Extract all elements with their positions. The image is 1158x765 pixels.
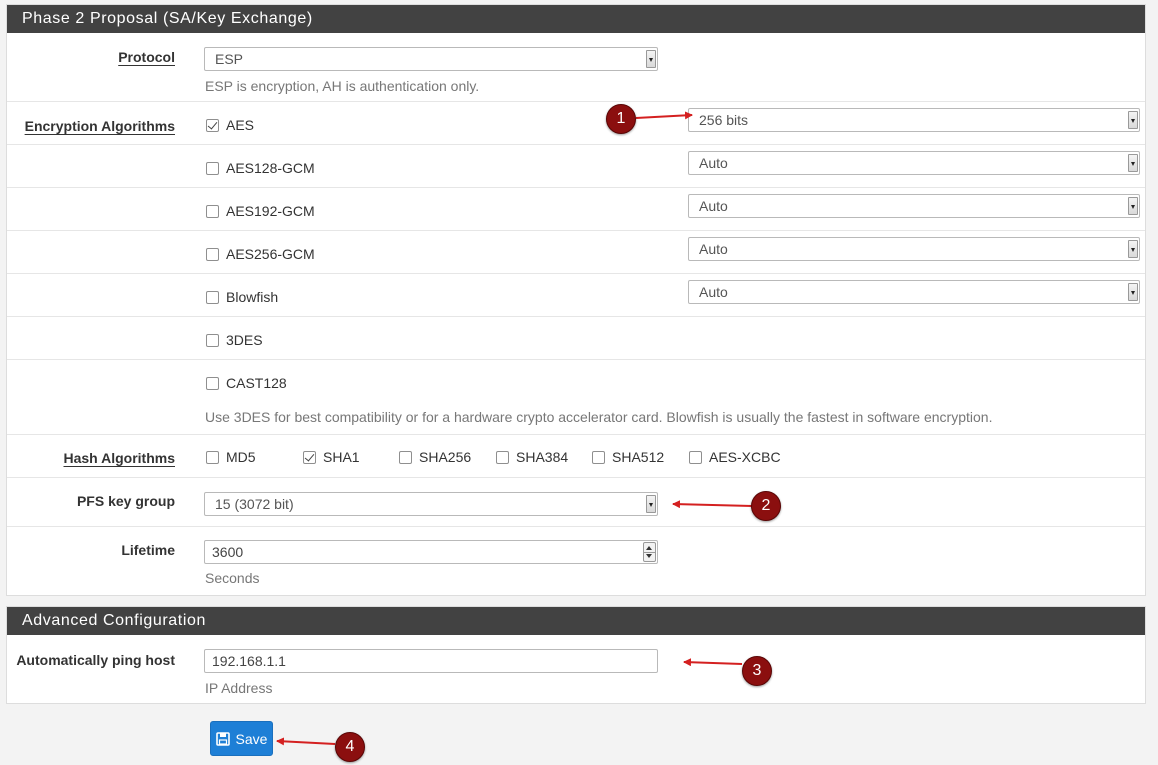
aes192gcm-keylen-select[interactable]: Auto [688,194,1140,218]
lifetime-value: 3600 [212,544,244,560]
encryption-row-3des: 3DES [7,317,1145,360]
md5-checkbox[interactable]: MD5 [206,449,256,465]
aes256gcm-label: AES256-GCM [226,246,315,262]
phase2-heading: Phase 2 Proposal (SA/Key Exchange) [7,5,1145,33]
sha512-label: SHA512 [612,449,665,465]
annotation-badge-2: 2 [751,491,781,521]
lifetime-row: Lifetime 3600 Seconds [7,527,1145,597]
protocol-help: ESP is encryption, AH is authentication … [205,78,480,94]
blowfish-checkbox[interactable]: Blowfish [206,289,278,305]
hash-row: Hash Algorithms MD5 SHA1 SHA256 SHA384 S… [7,435,1145,478]
checkbox-icon [399,450,412,464]
checkbox-icon [206,333,219,347]
sha1-checkbox[interactable]: SHA1 [303,449,360,465]
aes-label: AES [226,117,255,133]
aes128gcm-keylen-select[interactable]: Auto [688,151,1140,175]
aes192gcm-checkbox[interactable]: AES192-GCM [206,203,315,219]
encryption-row-aes128gcm: AES128-GCM Auto [7,145,1145,188]
chevron-down-icon [1128,197,1138,215]
pfs-label: PFS key group [76,493,175,509]
cast128-label: CAST128 [226,375,287,391]
ping-label: Automatically ping host [16,652,175,668]
ping-host-value: 192.168.1.1 [212,653,286,669]
checkbox-checked-icon [303,450,316,464]
encryption-row-aes192gcm: AES192-GCM Auto [7,188,1145,231]
aes-checkbox[interactable]: AES [206,117,254,133]
pfs-value: 15 (3072 bit) [215,496,294,512]
checkbox-icon [206,290,219,304]
blowfish-keylen-select[interactable]: Auto [688,280,1140,304]
checkbox-icon [592,450,605,464]
aes256gcm-keylen-select[interactable]: Auto [688,237,1140,261]
protocol-label: Protocol [118,49,175,65]
blowfish-keylen-value: Auto [699,284,728,300]
floppy-disk-icon [215,731,230,746]
3des-checkbox[interactable]: 3DES [206,332,263,348]
encryption-row-aes256gcm: AES256-GCM Auto [7,231,1145,274]
lifetime-help: Seconds [205,570,260,586]
md5-label: MD5 [226,449,256,465]
sha1-label: SHA1 [323,449,360,465]
ping-host-input[interactable]: 192.168.1.1 [204,649,658,673]
lifetime-input[interactable]: 3600 [204,540,658,564]
annotation-badge-4: 4 [335,732,365,762]
aes-keylen-select[interactable]: 256 bits [688,108,1140,132]
chevron-down-icon [1128,154,1138,172]
pfs-row: PFS key group 15 (3072 bit) [7,478,1145,527]
sha256-label: SHA256 [419,449,472,465]
aesxcbc-label: AES-XCBC [709,449,781,465]
aes128gcm-keylen-value: Auto [699,155,728,171]
sha256-checkbox[interactable]: SHA256 [399,449,471,465]
checkbox-icon [689,450,702,464]
checkbox-icon [206,376,219,390]
aes192gcm-label: AES192-GCM [226,203,315,219]
annotation-arrow-4 [276,737,336,746]
aes128gcm-label: AES128-GCM [226,160,315,176]
encryption-row-aes: Encryption Algorithms AES 256 bits [7,102,1145,145]
chevron-down-icon [646,50,656,68]
encryption-row-blowfish: Blowfish Auto [7,274,1145,317]
advanced-heading: Advanced Configuration [7,607,1145,635]
annotation-badge-1: 1 [606,104,636,134]
encryption-label: Encryption Algorithms [24,118,175,134]
annotation-badge-3: 3 [742,656,772,686]
protocol-row: Protocol ESP ESP is encryption, AH is au… [7,33,1145,102]
protocol-select[interactable]: ESP [204,47,658,71]
aesxcbc-checkbox[interactable]: AES-XCBC [689,449,781,465]
aes256gcm-checkbox[interactable]: AES256-GCM [206,246,315,262]
checkbox-icon [206,247,219,261]
protocol-value: ESP [215,51,244,67]
lifetime-label: Lifetime [121,542,175,558]
chevron-down-icon [1128,111,1138,129]
phase2-panel: Phase 2 Proposal (SA/Key Exchange) Proto… [6,4,1146,596]
checkbox-icon [206,450,219,464]
save-label: Save [235,730,268,747]
hash-label: Hash Algorithms [63,450,176,466]
encryption-row-cast128: CAST128 Use 3DES for best compatibility … [7,360,1145,435]
sha384-checkbox[interactable]: SHA384 [496,449,568,465]
aes192gcm-keylen-value: Auto [699,198,728,214]
number-spinner-icon[interactable] [643,542,656,562]
3des-label: 3DES [226,332,263,348]
checkbox-icon [496,450,509,464]
pfs-select[interactable]: 15 (3072 bit) [204,492,658,516]
aes256gcm-keylen-value: Auto [699,241,728,257]
blowfish-label: Blowfish [226,289,279,305]
chevron-down-icon [1128,283,1138,301]
checkbox-icon [206,161,219,175]
advanced-panel: Advanced Configuration Automatically pin… [6,606,1146,704]
chevron-down-icon [646,495,656,513]
cast128-checkbox[interactable]: CAST128 [206,375,287,391]
ping-row: Automatically ping host 192.168.1.1 IP A… [7,635,1145,703]
encryption-help: Use 3DES for best compatibility or for a… [205,409,993,425]
sha384-label: SHA384 [516,449,569,465]
checkbox-icon [206,204,219,218]
save-button[interactable]: Save [210,721,273,756]
sha512-checkbox[interactable]: SHA512 [592,449,664,465]
aes-keylen-value: 256 bits [699,112,749,128]
checkbox-checked-icon [206,118,219,132]
ping-help: IP Address [205,680,273,696]
chevron-down-icon [1128,240,1138,258]
aes128gcm-checkbox[interactable]: AES128-GCM [206,160,315,176]
